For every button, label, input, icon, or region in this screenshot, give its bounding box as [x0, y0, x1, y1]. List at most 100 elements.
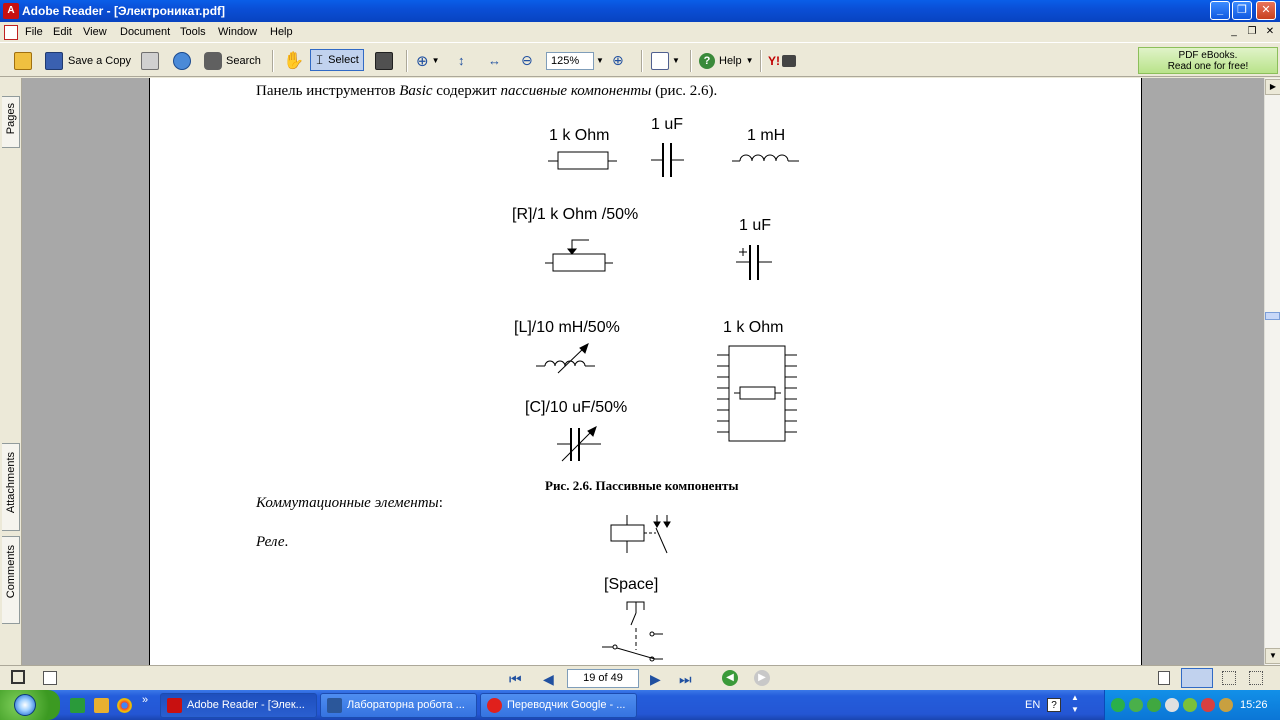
security-shield-icon[interactable]: [1183, 698, 1197, 712]
connection-icon[interactable]: [1129, 698, 1143, 712]
zoom-tool-button[interactable]: ⊕ ▼: [416, 49, 440, 72]
tab-pages[interactable]: Pages: [2, 96, 20, 148]
single-page-view-icon[interactable]: [1158, 671, 1170, 685]
quicklaunch-chrome-icon[interactable]: [117, 698, 132, 713]
status-bar: ⏮ ◀ 19 of 49 ▶ ⏭ ◀ ▶: [0, 665, 1280, 690]
binoculars-icon: [204, 51, 222, 70]
doc-restore-button[interactable]: ❐: [1244, 25, 1260, 39]
quicklaunch-more-chevron-icon[interactable]: »: [142, 694, 148, 706]
fit-width-button[interactable]: ↔: [488, 49, 501, 72]
figure-caption: Рис. 2.6. Пассивные компоненты: [545, 478, 739, 493]
capacitor-symbol: [651, 143, 684, 177]
variable-capacitor-symbol: [557, 426, 601, 462]
quicklaunch-app-icon[interactable]: [70, 698, 85, 713]
scroll-down-arrow-icon[interactable]: ▼: [1265, 648, 1280, 664]
toolbar-separator: [272, 50, 274, 72]
system-clock[interactable]: 15:26: [1240, 699, 1268, 711]
toolbar-separator: [406, 50, 408, 72]
select-tool-button[interactable]: 𝙸 Select: [310, 49, 364, 71]
continuous-view-icon[interactable]: [1181, 668, 1213, 688]
snapshot-button[interactable]: [375, 49, 393, 72]
open-button[interactable]: [14, 49, 32, 72]
fit-page-button[interactable]: ↕: [458, 49, 465, 72]
quicklaunch-folder-icon[interactable]: [94, 698, 109, 713]
adobe-reader-icon: A: [3, 3, 19, 19]
continuous-facing-view-icon[interactable]: [1249, 671, 1263, 685]
task-opera-translator[interactable]: Переводчик Google - ...: [480, 693, 637, 718]
start-button[interactable]: [0, 690, 60, 720]
menu-tools[interactable]: Tools: [180, 26, 206, 38]
antivirus-icon[interactable]: [1147, 698, 1161, 712]
rotate-view-button[interactable]: ▼: [651, 49, 680, 72]
help-tray-icon[interactable]: ?: [1047, 698, 1061, 712]
sound-muted-icon[interactable]: [1201, 698, 1215, 712]
text-cursor-icon: 𝙸: [315, 52, 325, 67]
previous-page-icon[interactable]: ◀: [543, 671, 554, 688]
first-page-icon[interactable]: ⏮: [509, 671, 522, 688]
minimize-button[interactable]: _: [1210, 1, 1230, 20]
zoom-in-button[interactable]: ⊕: [612, 49, 624, 72]
help-icon: ?: [699, 52, 715, 69]
tray-expand-chevron-icon[interactable]: ▲ ▼: [1071, 692, 1079, 716]
opera-icon: [487, 698, 502, 713]
navigation-pane: Pages Attachments Comments: [0, 78, 22, 665]
facing-view-icon[interactable]: [1222, 671, 1236, 685]
polar-capacitor-symbol: [736, 245, 772, 280]
task-adobe-reader[interactable]: Adobe Reader - [Элек...: [160, 693, 317, 718]
pdf-ebooks-ad[interactable]: PDF eBooks. Read one for free!: [1138, 47, 1278, 74]
hand-tool-button[interactable]: ✋: [283, 49, 304, 72]
navigation-pane-toggle-icon[interactable]: [11, 670, 25, 684]
minus-circle-icon: ⊖: [521, 52, 533, 68]
menu-help[interactable]: Help: [270, 26, 293, 38]
menu-document[interactable]: Document: [120, 26, 170, 38]
magnifier-plus-icon: ⊕: [416, 52, 429, 70]
last-page-icon[interactable]: ⏭: [679, 671, 692, 688]
tab-attachments[interactable]: Attachments: [2, 443, 20, 531]
menu-window[interactable]: Window: [218, 26, 257, 38]
scroll-up-arrow-icon[interactable]: ▶: [1265, 79, 1280, 95]
mail-icon: [782, 54, 796, 67]
email-button[interactable]: [173, 49, 191, 72]
fit-width-icon: ↔: [488, 53, 501, 68]
go-forward-icon[interactable]: ▶: [754, 670, 770, 686]
menu-edit[interactable]: Edit: [53, 26, 72, 38]
doc-close-button[interactable]: ✕: [1262, 25, 1278, 39]
taskbar: » Adobe Reader - [Элек... Лабораторна ро…: [0, 690, 1280, 720]
potentiometer-symbol: [545, 239, 613, 272]
tab-comments[interactable]: Comments: [2, 536, 20, 624]
vertical-scrollbar[interactable]: ▶ ▼: [1264, 78, 1280, 665]
page-options-icon[interactable]: [43, 671, 57, 685]
chevron-down-icon: ▼: [672, 56, 680, 65]
menu-view[interactable]: View: [83, 26, 107, 38]
menu-file[interactable]: File: [25, 26, 43, 38]
scrollbar-thumb[interactable]: [1265, 312, 1280, 320]
fit-page-icon: ↕: [458, 53, 465, 68]
rotate-page-icon: [651, 51, 669, 70]
device-icon[interactable]: [1219, 698, 1233, 712]
doc-minimize-button[interactable]: _: [1226, 25, 1242, 39]
go-back-icon[interactable]: ◀: [722, 670, 738, 686]
help-button[interactable]: ? Help ▼: [699, 49, 754, 72]
language-indicator[interactable]: EN: [1025, 699, 1040, 711]
zoom-input[interactable]: 125%: [546, 52, 594, 70]
zoom-out-button[interactable]: ⊖: [521, 49, 533, 72]
yahoo-button[interactable]: Y!: [768, 49, 796, 72]
resistor-symbol: [548, 151, 617, 170]
print-button[interactable]: [141, 49, 159, 72]
next-page-icon[interactable]: ▶: [650, 671, 661, 688]
printer-icon: [141, 51, 159, 70]
search-button[interactable]: Search: [204, 49, 261, 72]
page-number-input[interactable]: 19 of 49: [567, 669, 639, 688]
word-document-icon: [327, 698, 342, 713]
relay-text: Реле.: [256, 534, 289, 550]
maximize-button[interactable]: ❐: [1232, 1, 1252, 20]
close-button[interactable]: ✕: [1256, 1, 1276, 20]
task-word-document[interactable]: Лабораторна робота ...: [320, 693, 477, 718]
save-copy-button[interactable]: Save a Copy: [45, 49, 131, 72]
windows-logo-icon: [14, 694, 36, 716]
network-status-icon[interactable]: [1111, 698, 1125, 712]
switching-elements-text: Коммутационные элементы:: [256, 495, 443, 511]
zoom-dropdown-chevron-icon[interactable]: ▼: [596, 56, 604, 65]
volume-icon[interactable]: [1165, 698, 1179, 712]
document-icon[interactable]: [4, 25, 18, 40]
